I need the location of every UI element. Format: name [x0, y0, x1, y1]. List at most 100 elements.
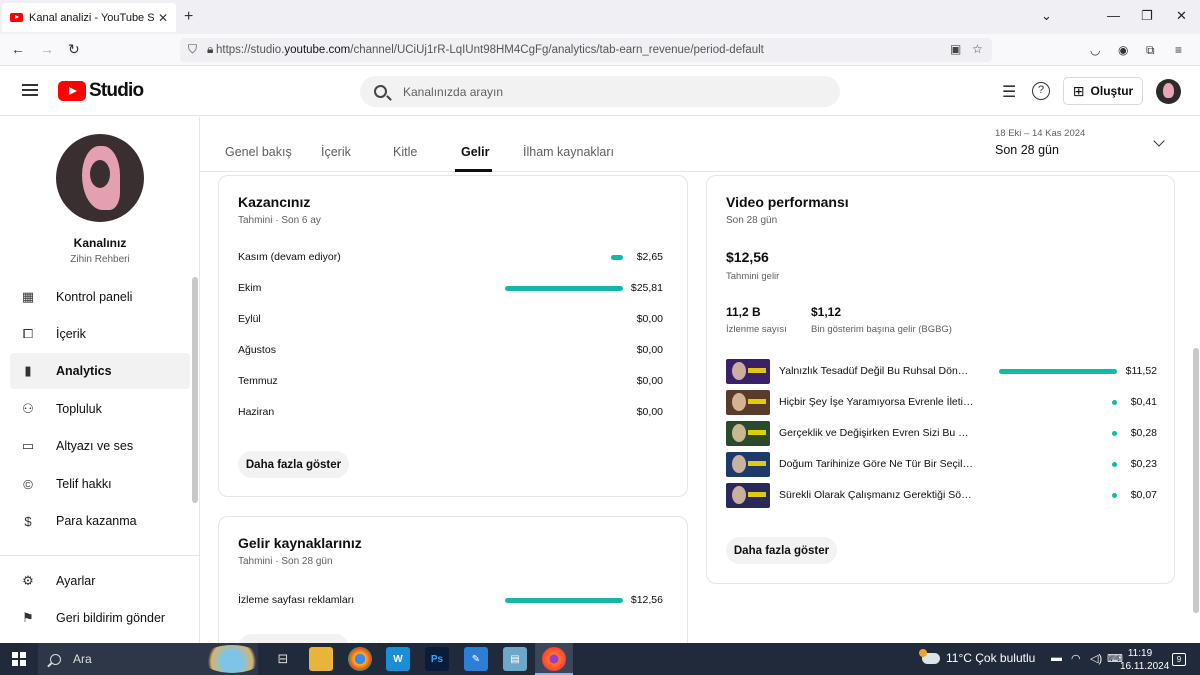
tracking-shield-icon[interactable]: ⛉ — [188, 42, 197, 57]
earnings-row-bar — [505, 286, 623, 291]
main-scrollbar[interactable] — [1193, 348, 1199, 613]
wps-icon[interactable]: W — [386, 647, 410, 671]
sidebar-item-label: İçerik — [56, 327, 86, 341]
subtitles-feedback-icon[interactable]: ☰ — [1002, 82, 1016, 102]
period-range[interactable]: 18 Eki – 14 Kas 2024 — [995, 128, 1085, 139]
create-label: Oluştur — [1090, 84, 1134, 98]
analytics-content: Kazancınız Tahmini · Son 6 ay Kasım (dev… — [200, 172, 1200, 643]
video-thumbnail[interactable] — [726, 390, 770, 415]
notepad-icon[interactable]: ▤ — [503, 647, 527, 671]
new-tab-button[interactable]: + — [184, 8, 193, 26]
video-title[interactable]: Doğum Tarihinize Göre Ne Tür Bir Seçilmi… — [779, 458, 974, 470]
file-explorer-icon[interactable] — [309, 647, 333, 671]
sidebar-item-subtitles[interactable]: ▭ Altyazı ve ses — [10, 428, 190, 464]
channel-name: Kanalınız — [73, 236, 127, 250]
sidebar-item-settings[interactable]: ⚙ Ayarlar — [10, 563, 190, 599]
back-icon[interactable]: ← — [11, 41, 25, 57]
earnings-row: Ekim $25,81 — [238, 281, 663, 297]
sources-more-button[interactable] — [238, 634, 349, 643]
weather-widget[interactable]: 11°C Çok bulutlu — [919, 648, 1035, 665]
video-thumbnail[interactable] — [726, 421, 770, 446]
notification-center-icon[interactable]: 9 — [1172, 653, 1186, 666]
earnings-more-button[interactable]: Daha fazla göster — [238, 451, 349, 478]
sidebar-item-label: Geri bildirim gönder — [56, 611, 166, 625]
firefox-icon[interactable] — [542, 647, 566, 671]
studio-logo[interactable]: Studio — [58, 80, 144, 102]
revenue-source-label: İzleme sayfası reklamları — [238, 594, 355, 606]
clock-time: 11:19 — [1127, 648, 1153, 659]
url-text: https://studio.youtube.com/channel/UCiUj… — [216, 44, 764, 56]
browser-tab[interactable]: Kanal analizi - YouTube Studio ✕ — [2, 3, 176, 32]
sidebar-item-label: Telif hakkı — [56, 477, 112, 491]
battery-icon[interactable]: ▬ — [1051, 652, 1062, 664]
wifi-icon[interactable]: ◠ — [1071, 652, 1081, 665]
earnings-row-value: $0,00 — [636, 344, 663, 356]
sidebar-item-content[interactable]: ⧠ İçerik — [10, 316, 190, 352]
sidebar-item-copyright[interactable]: © Telif hakkı — [10, 466, 190, 502]
sidebar-item-dashboard[interactable]: ▦ Kontrol paneli — [10, 279, 190, 315]
youtube-logo-icon — [58, 81, 86, 101]
earnings-row-label: Kasım (devam ediyor) — [238, 251, 341, 263]
analytics-icon: ▮ — [24, 363, 32, 378]
video-thumbnail[interactable] — [726, 452, 770, 477]
video-thumbnail[interactable] — [726, 359, 770, 384]
channel-subtitle: Zihin Rehberi — [70, 254, 130, 265]
photoshop-icon[interactable]: Ps — [425, 647, 449, 671]
video-row[interactable]: Hiçbir Şey İşe Yaramıyorsa Evrenle İleti… — [726, 390, 1157, 415]
bookmark-star-icon[interactable]: ☆ — [972, 42, 983, 56]
help-icon[interactable]: ? — [1032, 82, 1050, 100]
window-close-icon[interactable]: ✕ — [1176, 8, 1187, 24]
task-view-icon[interactable]: ⊟ — [271, 647, 295, 671]
restore-icon[interactable]: ❐ — [1141, 8, 1153, 24]
sidebar-scrollbar[interactable] — [192, 277, 198, 503]
sidebar-item-monetization[interactable]: $ Para kazanma — [10, 503, 190, 539]
volume-icon[interactable]: ◁) — [1090, 652, 1102, 665]
windows-start-icon[interactable] — [12, 652, 26, 666]
revenue-source-value: $12,56 — [630, 594, 663, 606]
tab-overview[interactable]: Genel bakış — [225, 145, 292, 159]
channel-search-input[interactable]: Kanalınızda arayın — [360, 76, 840, 107]
paint-icon[interactable]: ✎ — [464, 647, 488, 671]
close-tab-icon[interactable]: ✕ — [158, 11, 168, 25]
video-title[interactable]: Gerçeklik ve Değişirken Evren Sizi Bu Şe… — [779, 427, 974, 439]
pocket-icon[interactable]: ◡ — [1090, 43, 1100, 57]
tab-content[interactable]: İçerik — [321, 145, 351, 159]
account-avatar[interactable] — [1156, 79, 1181, 104]
account-icon[interactable]: ◉ — [1118, 43, 1128, 57]
url-bar[interactable]: ⛉ 🔒︎ https://studio.youtube.com/channel/… — [180, 38, 992, 62]
sidebar-item-analytics[interactable]: ▮ Analytics — [10, 353, 190, 389]
tab-list-chevron-icon[interactable]: ⌄ — [1041, 8, 1052, 24]
video-row[interactable]: Doğum Tarihinize Göre Ne Tür Bir Seçilmi… — [726, 452, 1157, 477]
period-select[interactable]: Son 28 gün — [995, 143, 1059, 157]
tab-audience[interactable]: Kitle — [393, 145, 417, 159]
minimize-icon[interactable]: — — [1107, 8, 1120, 23]
tab-inspiration[interactable]: İlham kaynakları — [523, 145, 614, 159]
sidebar-item-community[interactable]: ⚇ Topluluk — [10, 391, 190, 427]
create-button[interactable]: ⊞ Oluştur — [1063, 77, 1143, 105]
video-performance-title: Video performansı — [726, 194, 849, 210]
hamburger-menu-icon[interactable] — [22, 84, 38, 96]
menu-icon[interactable]: ≡ — [1175, 43, 1182, 57]
taskbar-clock[interactable]: 11:19 16.11.2024 — [1120, 647, 1169, 673]
videos-more-button[interactable]: Daha fazla göster — [726, 537, 837, 564]
video-row[interactable]: Yalnızlık Tesadüf Değil Bu Ruhsal Dönüş.… — [726, 359, 1157, 384]
video-revenue-value: $0,28 — [1130, 427, 1157, 439]
reload-icon[interactable]: ↻ — [68, 41, 80, 58]
video-title[interactable]: Sürekli Olarak Çalışmanız Gerektiği Söyl… — [779, 489, 974, 501]
forward-icon[interactable]: → — [40, 41, 54, 57]
video-title[interactable]: Yalnızlık Tesadüf Değil Bu Ruhsal Dönüş.… — [779, 365, 974, 377]
video-thumbnail[interactable] — [726, 483, 770, 508]
chrome-icon[interactable] — [348, 647, 372, 671]
tab-revenue[interactable]: Gelir — [461, 145, 490, 159]
revenue-source-row: İzleme sayfası reklamları $12,56 — [238, 593, 663, 609]
picture-icon[interactable]: ▣ — [950, 42, 961, 56]
video-row[interactable]: Gerçeklik ve Değişirken Evren Sizi Bu Şe… — [726, 421, 1157, 446]
chevron-down-icon[interactable] — [1153, 135, 1165, 147]
dashboard-icon: ▦ — [21, 289, 35, 304]
video-row[interactable]: Sürekli Olarak Çalışmanız Gerektiği Söyl… — [726, 483, 1157, 508]
video-title[interactable]: Hiçbir Şey İşe Yaramıyorsa Evrenle İleti… — [779, 396, 974, 408]
extensions-icon[interactable]: ⧉ — [1146, 43, 1155, 58]
lock-icon[interactable]: 🔒︎ — [207, 42, 213, 57]
channel-avatar[interactable] — [56, 134, 144, 222]
sidebar-item-feedback[interactable]: ⚑ Geri bildirim gönder — [10, 600, 190, 636]
